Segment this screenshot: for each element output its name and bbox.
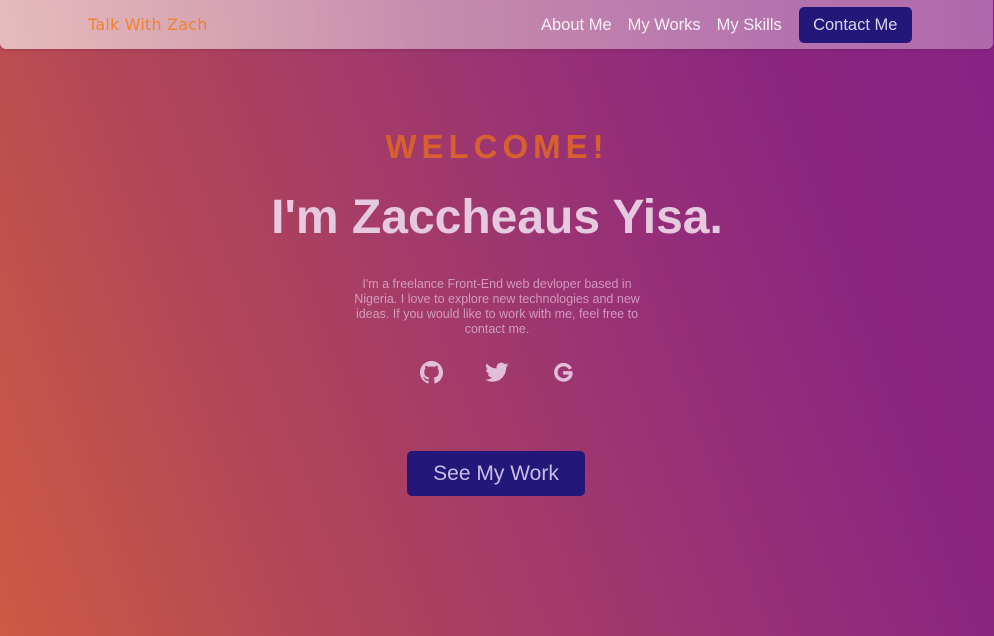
nav-link-my-skills[interactable]: My Skills bbox=[709, 16, 790, 35]
github-icon bbox=[419, 360, 443, 383]
see-my-work-button[interactable]: See My Work bbox=[407, 451, 585, 496]
social-links bbox=[0, 359, 994, 385]
twitter-icon bbox=[485, 362, 509, 382]
github-link[interactable] bbox=[419, 359, 443, 385]
nav-links: About Me My Works My Skills Contact Me bbox=[533, 7, 912, 43]
google-link[interactable] bbox=[551, 359, 575, 385]
brand-logo-link[interactable]: Talk With Zach bbox=[88, 15, 208, 34]
navbar: Talk With Zach About Me My Works My Skil… bbox=[0, 0, 993, 49]
google-icon bbox=[553, 362, 573, 382]
bio-text: I'm a freelance Front-End web devloper b… bbox=[354, 277, 640, 336]
twitter-link[interactable] bbox=[485, 359, 509, 385]
nav-link-about-me[interactable]: About Me bbox=[533, 16, 620, 35]
hero-title: I'm Zaccheaus Yisa. bbox=[271, 191, 723, 244]
nav-link-my-works[interactable]: My Works bbox=[620, 16, 709, 35]
welcome-heading: WELCOME! bbox=[385, 128, 609, 165]
contact-me-button[interactable]: Contact Me bbox=[798, 7, 912, 43]
